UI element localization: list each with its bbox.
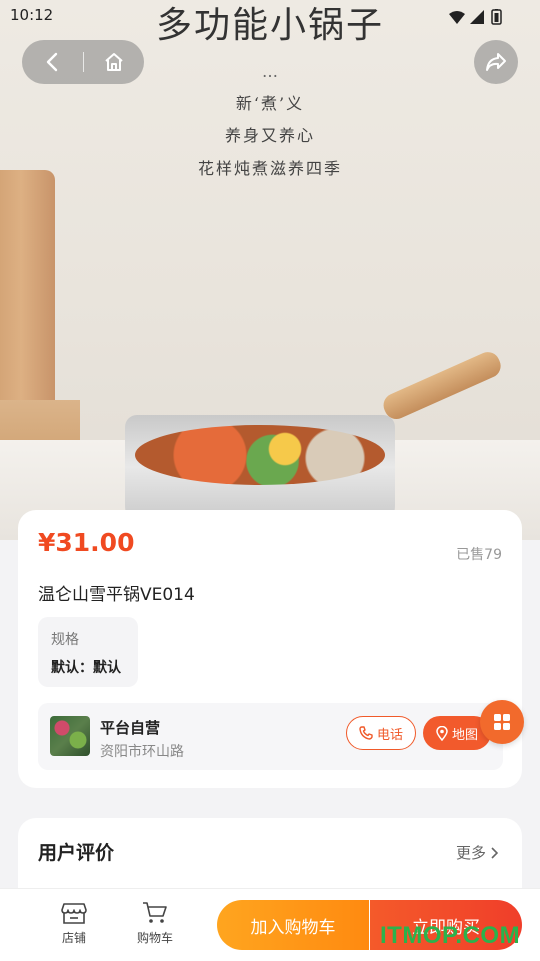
pot-food-image bbox=[135, 425, 385, 485]
float-menu-button[interactable] bbox=[480, 700, 524, 744]
share-button[interactable] bbox=[474, 40, 518, 84]
status-time: 10:12 bbox=[10, 6, 54, 24]
tab-store[interactable]: 店铺 bbox=[44, 901, 104, 946]
wifi-signal-battery-icon bbox=[449, 8, 502, 25]
add-to-cart-button[interactable]: 加入购物车 bbox=[217, 900, 369, 950]
share-icon bbox=[486, 53, 506, 71]
back-arrow-icon bbox=[46, 52, 58, 72]
home-icon bbox=[105, 53, 123, 71]
map-label: 地图 bbox=[451, 727, 478, 743]
location-pin-icon bbox=[436, 725, 448, 741]
reviews-title: 用户评价 bbox=[38, 842, 115, 864]
shop-avatar bbox=[50, 716, 90, 756]
reviews-more-label: 更多 bbox=[455, 844, 486, 862]
tab-cart[interactable]: 购物车 bbox=[125, 901, 185, 946]
tab-cart-label: 购物车 bbox=[136, 931, 173, 945]
hero-slogan-2: 养身又养心 bbox=[224, 126, 315, 145]
hero-slogan-1: 新‘煮’义 bbox=[235, 94, 305, 113]
tab-store-label: 店铺 bbox=[61, 931, 86, 945]
reviews-more-link[interactable]: 更多 bbox=[456, 842, 498, 863]
cart-icon bbox=[143, 902, 167, 923]
status-icons bbox=[448, 8, 504, 29]
product-info-card: ¥31.00 已售79 温仑山雪平锅VE014 规格 默认：默认 平台自营 资阳… bbox=[18, 510, 522, 788]
back-button[interactable] bbox=[22, 40, 82, 84]
shop-name: 平台自营 bbox=[100, 719, 161, 737]
shop-address: 资阳市环山路 bbox=[100, 744, 184, 760]
phone-icon bbox=[359, 726, 373, 740]
grid-icon bbox=[494, 714, 510, 730]
pot-handle-image bbox=[379, 348, 505, 423]
spec-value: 默认：默认 bbox=[51, 660, 121, 676]
status-bar: 10:12 bbox=[0, 0, 540, 32]
product-name: 温仑山雪平锅VE014 bbox=[38, 585, 195, 605]
sold-count: 已售79 bbox=[456, 547, 502, 563]
watermark: ITMOP.COM bbox=[380, 922, 521, 949]
nav-pill bbox=[22, 40, 144, 84]
shop-info[interactable]: 平台自营 资阳市环山路 电话 地图 bbox=[38, 703, 503, 770]
hero-slogan-3: 花样炖煮滋养四季 bbox=[197, 159, 342, 178]
spec-label: 规格 bbox=[51, 632, 79, 648]
phone-button[interactable]: 电话 bbox=[346, 716, 416, 750]
home-button[interactable] bbox=[84, 40, 144, 84]
phone-label: 电话 bbox=[376, 727, 403, 743]
store-icon bbox=[61, 903, 87, 924]
spec-option[interactable]: 规格 默认：默认 bbox=[38, 617, 138, 687]
product-price: ¥31.00 bbox=[38, 528, 135, 557]
chevron-right-icon bbox=[491, 846, 498, 859]
